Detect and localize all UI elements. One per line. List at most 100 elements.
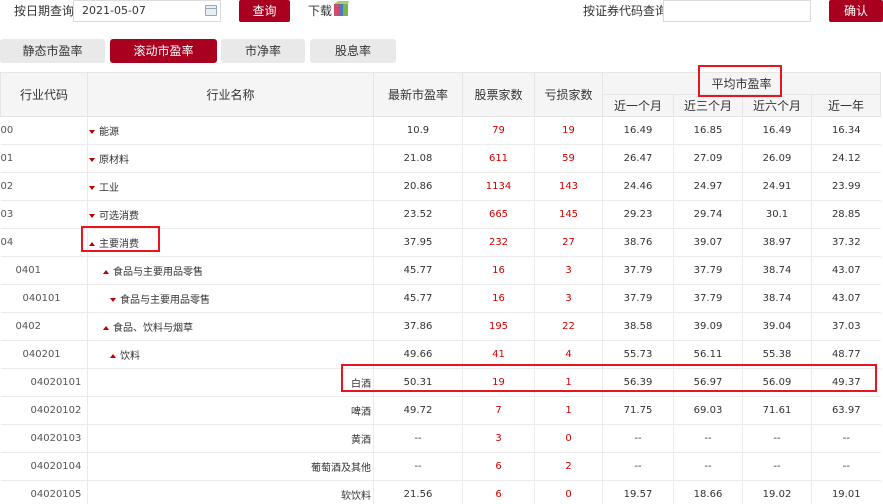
industry-code-cell: 04020103 xyxy=(0,424,88,453)
table-row[interactable]: 00 能源 10.9 79 19 16.49 16.85 16.49 16.34 xyxy=(0,116,881,145)
industry-name-cell: 白酒 xyxy=(87,368,374,397)
industry-name-cell[interactable]: 食品与主要用品零售 xyxy=(87,256,374,285)
table-row[interactable]: 0402 食品、饮料与烟草 37.86 195 22 38.58 39.09 39.04 37.… xyxy=(0,312,881,341)
confirm-button[interactable]: 确认 xyxy=(829,0,883,22)
industry-name-label: 啤酒 xyxy=(351,407,371,418)
loss-count-cell: 1 xyxy=(534,368,603,397)
stock-count-cell: 1134 xyxy=(462,172,535,201)
header-industry-name[interactable]: 行业名称 xyxy=(87,72,374,117)
industry-name-cell[interactable]: 原材料 xyxy=(87,144,374,173)
table-row[interactable]: 02 工业 20.86 1134 143 24.46 24.97 24.91 23.99 xyxy=(0,172,881,201)
header-one-month[interactable]: 近一个月 xyxy=(602,94,674,117)
latest-pe-cell: 37.86 xyxy=(373,312,463,341)
loss-count-cell: 3 xyxy=(534,256,603,285)
expand-arrow-icon[interactable] xyxy=(110,298,116,302)
stock-count-cell: 79 xyxy=(462,116,535,145)
avg-pe-three-months-cell: 29.74 xyxy=(673,200,743,229)
date-query-label: 按日期查询 xyxy=(14,4,75,18)
tab-static-pe[interactable]: 静态市盈率 xyxy=(0,39,105,63)
download-link[interactable]: 下载 xyxy=(308,2,332,19)
expand-arrow-icon[interactable] xyxy=(89,214,95,218)
industry-code-cell: 040101 xyxy=(0,284,88,313)
loss-count-cell: 145 xyxy=(534,200,603,229)
table-row[interactable]: 04020104 葡萄酒及其他 -- 6 2 -- -- -- -- xyxy=(0,452,881,481)
industry-code-cell: 0401 xyxy=(0,256,88,285)
expand-arrow-icon[interactable] xyxy=(89,130,95,134)
avg-pe-six-months-cell: 56.09 xyxy=(742,368,812,397)
industry-name-cell[interactable]: 食品、饮料与烟草 xyxy=(87,312,374,341)
industry-name-label: 白酒 xyxy=(351,379,371,390)
table-row[interactable]: 04020102 啤酒 49.72 7 1 71.75 69.03 71.61 63.97 xyxy=(0,396,881,425)
loss-count-cell: 0 xyxy=(534,424,603,453)
avg-pe-one-year-cell: 49.37 xyxy=(810,368,881,397)
avg-pe-three-months-cell: 24.97 xyxy=(673,172,743,201)
industry-name-cell[interactable]: 食品与主要用品零售 xyxy=(87,284,374,313)
industry-name-cell[interactable]: 工业 xyxy=(87,172,374,201)
avg-pe-six-months-cell: 71.61 xyxy=(742,396,812,425)
avg-pe-one-year-cell: 28.85 xyxy=(810,200,881,229)
expand-arrow-icon[interactable] xyxy=(89,158,95,162)
avg-pe-one-year-cell: 16.34 xyxy=(810,116,881,145)
tab-rolling-pe[interactable]: 滚动市盈率 xyxy=(110,39,217,63)
header-latest-pe[interactable]: 最新市盈率 xyxy=(373,72,463,117)
table-row[interactable]: 01 原材料 21.08 611 59 26.47 27.09 26.09 24.12 xyxy=(0,144,881,173)
latest-pe-cell: 21.08 xyxy=(373,144,463,173)
collapse-arrow-icon[interactable] xyxy=(110,354,116,358)
latest-pe-cell: 45.77 xyxy=(373,284,463,313)
header-loss-count[interactable]: 亏损家数 xyxy=(534,72,603,117)
avg-pe-three-months-cell: 56.11 xyxy=(673,340,743,369)
avg-pe-six-months-cell: 38.74 xyxy=(742,284,812,313)
calendar-icon[interactable] xyxy=(205,5,217,16)
industry-code-cell: 01 xyxy=(0,144,88,173)
industry-code-cell: 040201 xyxy=(0,340,88,369)
industry-name-cell[interactable]: 主要消费 xyxy=(87,228,374,257)
avg-pe-one-month-cell: 16.49 xyxy=(602,116,674,145)
stock-count-cell: 7 xyxy=(462,396,535,425)
avg-pe-one-month-cell: 26.47 xyxy=(602,144,674,173)
latest-pe-cell: 20.86 xyxy=(373,172,463,201)
loss-count-cell: 19 xyxy=(534,116,603,145)
industry-name-cell[interactable]: 能源 xyxy=(87,116,374,145)
industry-code-cell: 04020105 xyxy=(0,480,88,504)
header-industry-code[interactable]: 行业代码 xyxy=(0,72,88,117)
avg-pe-one-month-cell: 71.75 xyxy=(602,396,674,425)
header-six-months[interactable]: 近六个月 xyxy=(742,94,812,117)
date-input[interactable]: 2021-05-07 xyxy=(73,0,221,22)
header-three-months[interactable]: 近三个月 xyxy=(673,94,743,117)
stock-count-cell: 6 xyxy=(462,480,535,504)
header-stock-count[interactable]: 股票家数 xyxy=(462,72,535,117)
collapse-arrow-icon[interactable] xyxy=(103,270,109,274)
avg-pe-six-months-cell: -- xyxy=(742,452,812,481)
table-row[interactable]: 04020105 软饮料 21.56 6 0 19.57 18.66 19.02 19.01 xyxy=(0,480,881,504)
query-button[interactable]: 查询 xyxy=(239,0,290,22)
table-row[interactable]: 040101 食品与主要用品零售 45.77 16 3 37.79 37.79 38.74 43… xyxy=(0,284,881,313)
avg-pe-one-month-cell: 55.73 xyxy=(602,340,674,369)
latest-pe-cell: -- xyxy=(373,452,463,481)
industry-name-cell[interactable]: 饮料 xyxy=(87,340,374,369)
tab-dividend-yield[interactable]: 股息率 xyxy=(310,39,396,63)
collapse-arrow-icon[interactable] xyxy=(89,242,95,246)
header-one-year[interactable]: 近一年 xyxy=(810,94,882,117)
latest-pe-cell: 50.31 xyxy=(373,368,463,397)
avg-pe-six-months-cell: 38.97 xyxy=(742,228,812,257)
industry-name-cell[interactable]: 可选消费 xyxy=(87,200,374,229)
industry-code-cell: 04020102 xyxy=(0,396,88,425)
avg-pe-six-months-cell: 16.49 xyxy=(742,116,812,145)
download-archive-icon[interactable] xyxy=(333,1,349,17)
collapse-arrow-icon[interactable] xyxy=(103,326,109,330)
table-row[interactable]: 040201 饮料 49.66 41 4 55.73 56.11 55.38 48.77 xyxy=(0,340,881,369)
table-row[interactable]: 04020101 白酒 50.31 19 1 56.39 56.97 56.09 49.37 xyxy=(0,368,881,397)
stock-count-cell: 665 xyxy=(462,200,535,229)
loss-count-cell: 143 xyxy=(534,172,603,201)
industry-code-cell: 00 xyxy=(0,116,88,145)
table-row[interactable]: 04 主要消费 37.95 232 27 38.76 39.07 38.97 37.32 xyxy=(0,228,881,257)
table-row[interactable]: 03 可选消费 23.52 665 145 29.23 29.74 30.1 28.85 xyxy=(0,200,881,229)
table-row[interactable]: 0401 食品与主要用品零售 45.77 16 3 37.79 37.79 38.74 43.0… xyxy=(0,256,881,285)
avg-pe-three-months-cell: -- xyxy=(673,452,743,481)
tab-pb-ratio[interactable]: 市净率 xyxy=(221,39,305,63)
security-code-input[interactable] xyxy=(663,0,811,22)
table-row[interactable]: 04020103 黄酒 -- 3 0 -- -- -- -- xyxy=(0,424,881,453)
loss-count-cell: 59 xyxy=(534,144,603,173)
loss-count-cell: 4 xyxy=(534,340,603,369)
expand-arrow-icon[interactable] xyxy=(89,186,95,190)
